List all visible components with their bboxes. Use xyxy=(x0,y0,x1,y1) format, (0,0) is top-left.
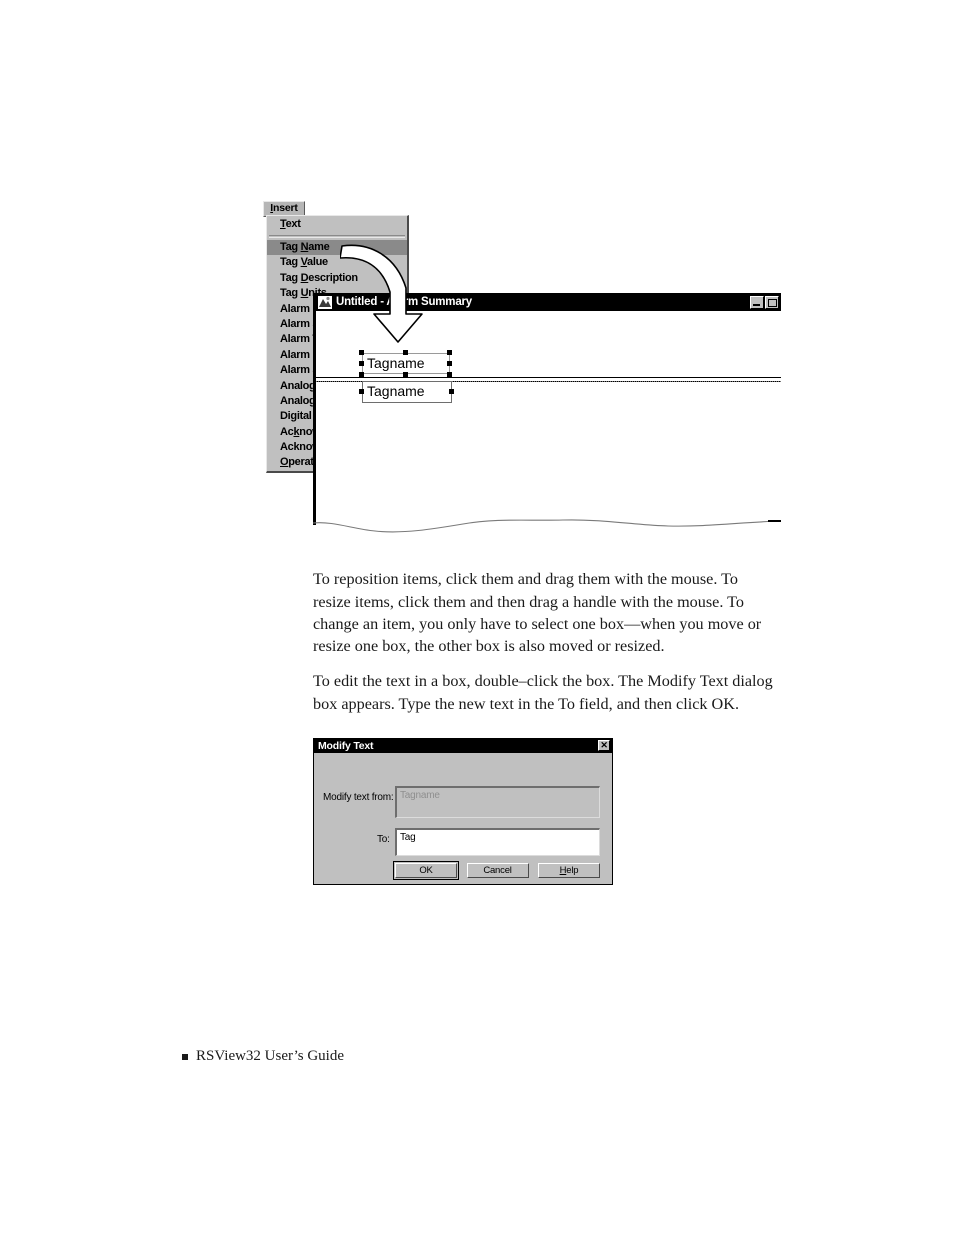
resize-handle-e[interactable] xyxy=(447,361,452,366)
tagname-box-selected[interactable]: Tagname xyxy=(362,353,450,374)
footer-bullet-icon xyxy=(182,1053,188,1060)
paragraph-reposition-items: To reposition items, click them and drag… xyxy=(313,570,762,656)
cancel-button[interactable]: Cancel xyxy=(466,863,529,878)
alarm-summary-title-text: Untitled - Alarm Summary xyxy=(336,296,472,308)
resize-handle-n[interactable] xyxy=(403,350,408,355)
menu-item-tag-name[interactable]: Tag Name xyxy=(267,240,407,256)
menu-title-rest: nsert xyxy=(273,202,298,214)
menu-item-text-mnemonic: T xyxy=(280,218,286,230)
modify-text-button-row: OK Cancel Help xyxy=(393,861,600,880)
close-icon[interactable]: ✕ xyxy=(598,740,610,751)
modify-text-from-label: Modify text from: xyxy=(323,792,394,803)
paragraph-edit-text: To edit the text in a box, double–click … xyxy=(313,672,773,713)
help-button[interactable]: Help xyxy=(538,863,600,878)
menu-item-acknowledge-time-mnemonic: k xyxy=(293,425,300,438)
menu-item-text[interactable]: Text xyxy=(267,216,407,233)
alarm-summary-window: Untitled - Alarm Summary Tagname Tagname xyxy=(313,293,781,525)
ok-button[interactable]: OK xyxy=(393,861,459,880)
resize-handle-w[interactable] xyxy=(359,361,364,366)
menu-item-tag-description[interactable]: Tag Description xyxy=(267,271,407,286)
modify-text-to-input[interactable]: Tag xyxy=(395,828,600,856)
alarm-summary-canvas[interactable]: Tagname Tagname xyxy=(316,311,781,525)
modify-text-from-field: Tagname xyxy=(395,786,600,818)
figure-tear-edge xyxy=(313,519,781,533)
figure-insert-menu-alarm-summary: Insert Text Tag Name Tag Value Tag Descr… xyxy=(0,0,954,540)
menu-item-tag-name-mnemonic: N xyxy=(300,241,309,253)
footer-text: RSView32 User’s Guide xyxy=(196,1048,344,1064)
menu-item-tag-units-mnemonic: U xyxy=(300,287,309,300)
menu-item-tag-value-mnemonic: V xyxy=(300,256,308,269)
maximize-button[interactable] xyxy=(765,296,779,309)
resize-handle-ne[interactable] xyxy=(447,350,452,355)
page-footer: RSView32 User’s Guide xyxy=(182,1048,344,1065)
alarm-summary-icon xyxy=(318,296,332,309)
tagname-box-paired[interactable]: Tagname xyxy=(362,381,452,403)
modify-text-titlebar[interactable]: Modify Text ✕ xyxy=(314,739,612,753)
menu-item-tag-description-mnemonic: D xyxy=(300,271,309,284)
paired-handle-w[interactable] xyxy=(359,389,364,394)
resize-handle-nw[interactable] xyxy=(359,350,364,355)
paired-handle-e[interactable] xyxy=(449,389,454,394)
window-controls xyxy=(750,296,779,309)
menu-item-operator-name-mnemonic: O xyxy=(280,456,289,469)
minimize-button[interactable] xyxy=(750,296,764,309)
modify-text-title: Modify Text xyxy=(318,740,374,752)
help-button-mnemonic: H xyxy=(559,865,567,876)
modify-text-to-label: To: xyxy=(377,834,390,845)
modify-text-dialog-body: Modify text from: Tagname To: Tag OK Can… xyxy=(314,753,612,884)
menu-separator xyxy=(269,235,405,238)
alarm-summary-titlebar[interactable]: Untitled - Alarm Summary xyxy=(316,294,781,311)
menu-item-tag-value[interactable]: Tag Value xyxy=(267,255,407,270)
modify-text-dialog: Modify Text ✕ Modify text from: Tagname … xyxy=(313,738,613,885)
